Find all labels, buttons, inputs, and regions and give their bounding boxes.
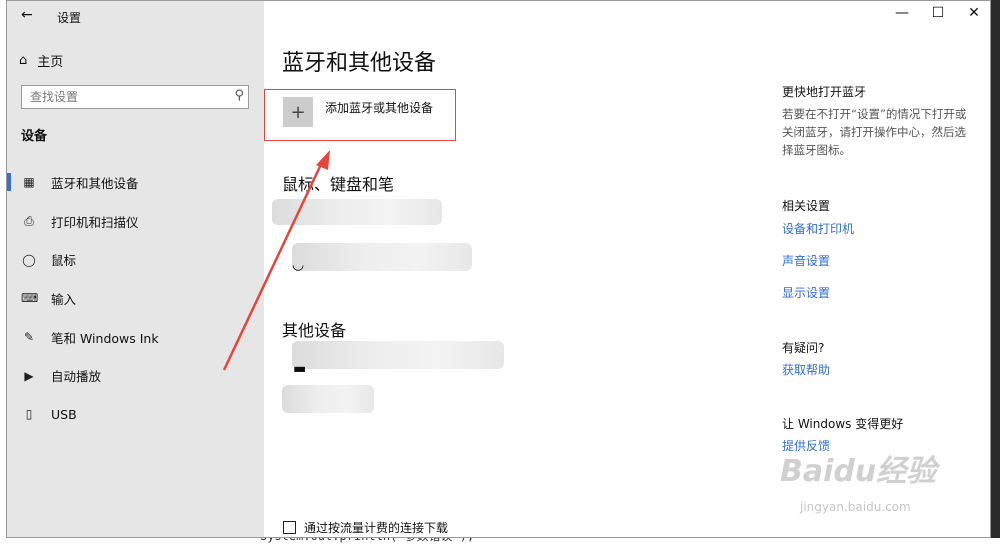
mouse-icon: ◯ — [22, 252, 36, 267]
search-icon[interactable]: ⚲ — [234, 88, 244, 103]
mouse-section-title: 鼠标、键盘和笔 — [282, 175, 395, 194]
window-title: 设置 — [57, 11, 82, 25]
sidebar-item-label: 输入 — [51, 291, 77, 307]
metered-checkbox[interactable] — [283, 521, 296, 534]
quick-bluetooth-text: 若要在不打开“设置”的情况下打开或关闭蓝牙，请打开操作中心，然后选择蓝牙图标。 — [782, 107, 967, 157]
sidebar-item-label: 自动播放 — [51, 369, 102, 385]
link-sound-settings[interactable]: 声音设置 — [782, 252, 830, 269]
section-title: 设备 — [21, 129, 48, 144]
sidebar-item-label: USB — [51, 406, 77, 422]
better-windows-title: 让 Windows 变得更好 — [782, 417, 904, 431]
usb-icon: ▯ — [25, 407, 33, 422]
question-title: 有疑问? — [782, 341, 825, 355]
sidebar-item-pen[interactable]: ✎ 笔和 Windows Ink — [7, 318, 264, 357]
device-item-blurred[interactable] — [272, 199, 442, 225]
link-devices-printers[interactable]: 设备和打印机 — [782, 220, 854, 237]
page-title: 蓝牙和其他设备 — [282, 51, 437, 76]
sidebar-item-bluetooth[interactable]: ▦ 蓝牙和其他设备 — [7, 163, 264, 202]
related-settings-title: 相关设置 — [782, 199, 831, 213]
bluetooth-devices-icon: ▦ — [23, 175, 35, 190]
pen-icon: ✎ — [23, 330, 35, 345]
sidebar: ← 设置 ⌂ 主页 ⚲ 设备 ▦ 蓝牙和其他设备 ⎙ 打印机和扫描仪 ◯ 鼠标 — [7, 1, 264, 537]
mouse-icon: ◡ — [292, 257, 305, 273]
watermark-brand: Baidu经验 — [780, 454, 937, 489]
autoplay-icon: ▶ — [24, 368, 34, 383]
home-icon: ⌂ — [19, 53, 28, 68]
device-item-blurred[interactable] — [292, 243, 472, 271]
search-box[interactable]: ⚲ — [21, 85, 249, 109]
metered-download-option: 通过按流量计费的连接下载 — [283, 519, 448, 536]
background-editor-strip — [0, 538, 1000, 544]
sidebar-item-mouse[interactable]: ◯ 鼠标 — [7, 240, 264, 279]
watermark-url: jingyan.baidu.com — [800, 500, 911, 514]
quick-bluetooth-title: 更快地打开蓝牙 — [782, 85, 867, 99]
link-display-settings[interactable]: 显示设置 — [782, 284, 830, 301]
sidebar-item-label: 鼠标 — [51, 253, 77, 269]
arrow-left-icon[interactable]: ← — [21, 7, 33, 23]
search-input[interactable] — [28, 86, 222, 108]
usb-drive-icon: ▬ — [293, 361, 307, 377]
home-label: 主页 — [37, 55, 64, 70]
device-item-blurred[interactable] — [292, 341, 504, 369]
sidebar-item-typing[interactable]: ⌨ 输入 — [7, 279, 264, 318]
sidebar-item-printers[interactable]: ⎙ 打印机和扫描仪 — [7, 202, 264, 241]
printer-icon: ⎙ — [24, 213, 34, 228]
sidebar-item-home[interactable]: ⌂ 主页 — [19, 51, 63, 70]
title-bar: ← 设置 — [7, 1, 264, 31]
sidebar-item-label: 笔和 Windows Ink — [51, 330, 159, 346]
metered-label: 通过按流量计费的连接下载 — [304, 521, 449, 535]
sidebar-nav: ▦ 蓝牙和其他设备 ⎙ 打印机和扫描仪 ◯ 鼠标 ⌨ 输入 ✎ 笔和 Windo… — [7, 163, 264, 434]
add-device-button[interactable]: + 添加蓝牙或其他设备 — [283, 97, 433, 127]
link-get-help[interactable]: 获取帮助 — [782, 361, 830, 378]
sidebar-item-autoplay[interactable]: ▶ 自动播放 — [7, 356, 264, 395]
add-device-label: 添加蓝牙或其他设备 — [325, 101, 434, 115]
other-section-title: 其他设备 — [282, 321, 347, 340]
device-item-blurred[interactable] — [282, 385, 374, 413]
sidebar-item-label: 打印机和扫描仪 — [51, 214, 139, 230]
sidebar-item-usb[interactable]: ▯ USB — [7, 395, 264, 434]
sidebar-item-label: 蓝牙和其他设备 — [51, 175, 139, 191]
plus-icon: + — [283, 97, 313, 127]
keyboard-icon: ⌨ — [21, 291, 39, 306]
